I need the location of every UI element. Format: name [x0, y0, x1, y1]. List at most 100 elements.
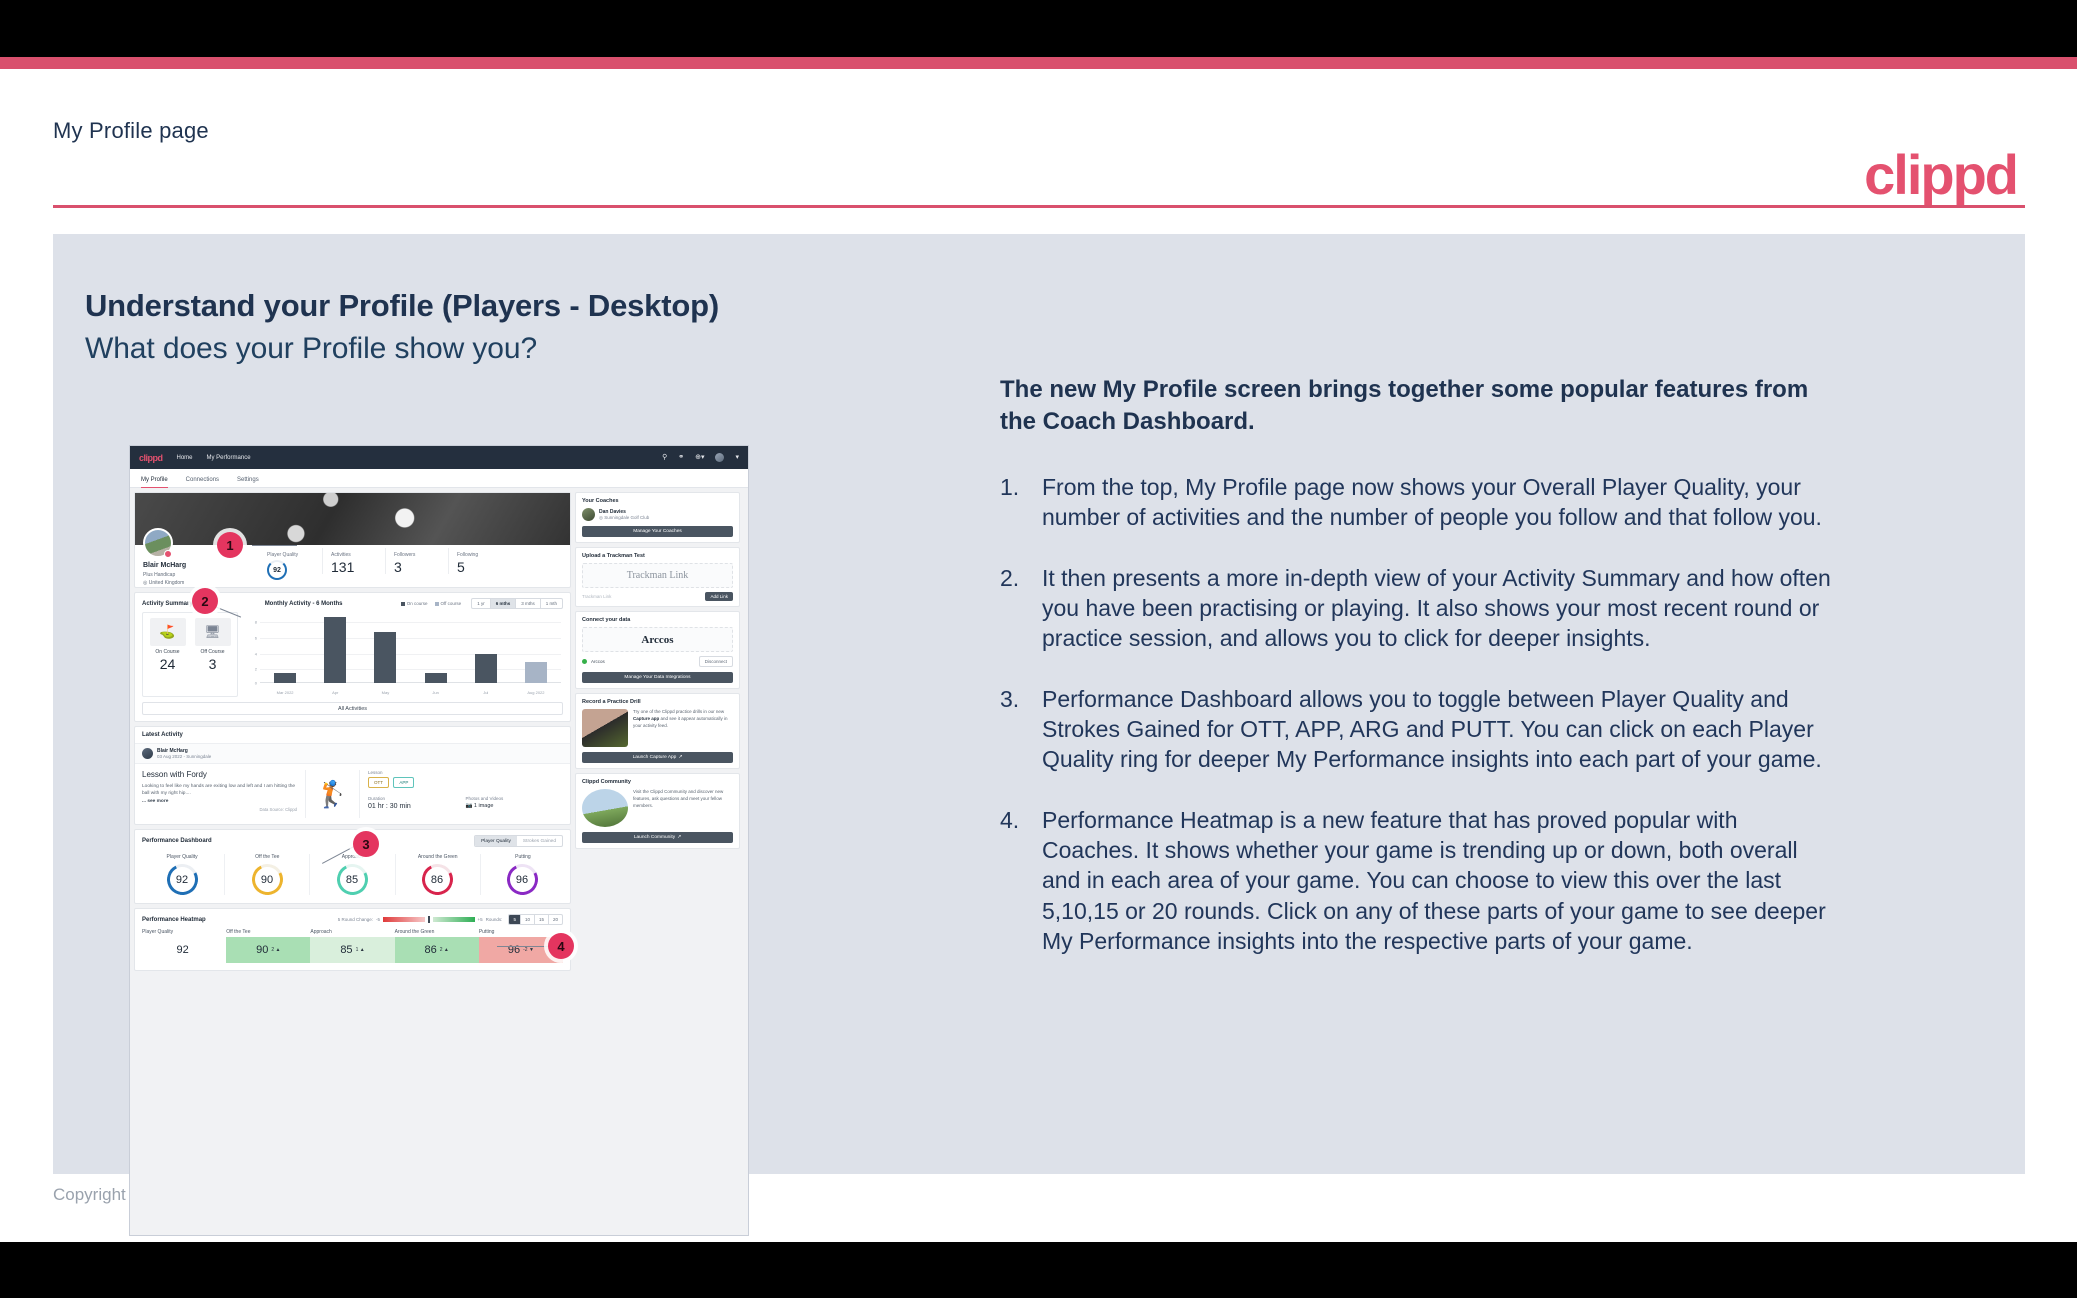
ring-around-the-green[interactable]: Around the Green 86 [394, 854, 480, 900]
trackman-input[interactable]: Trackman Link [582, 594, 701, 599]
rounds-20[interactable]: 20 [547, 915, 562, 924]
list-item: 1. From the top, My Profile page now sho… [1000, 472, 1840, 533]
stat-label: Activities [331, 552, 351, 558]
bar-mar-2022[interactable] [274, 672, 297, 683]
list-item-number: 4. [1000, 806, 1020, 833]
disconnect-button[interactable]: Disconnect [698, 656, 733, 667]
stat-label: Following [457, 552, 479, 558]
heatmap-label-approach: Approach [310, 929, 332, 935]
heatmap-label-player-quality: Player Quality [142, 929, 174, 935]
stat-activities[interactable]: Activities 131 [322, 548, 385, 574]
callout-marker-2: 2 [192, 588, 218, 614]
search-icon[interactable]: ⚲ [662, 454, 667, 461]
off-course-count: 🖥 Off Course 3 [193, 618, 232, 691]
avatar-icon[interactable] [715, 453, 725, 462]
range-6mths[interactable]: 6 mths [489, 599, 516, 608]
practice-drill-body: Try one of the Clippd practice drills in… [633, 709, 728, 728]
heatmap-cells: 92 90 2 ▲ 85 1 ▲ 86 2 ▲ 96 -2 ▼ [135, 937, 570, 970]
chevron-down-icon[interactable]: ▾ [735, 454, 739, 461]
callout-marker-4: 4 [548, 933, 574, 959]
stat-player-quality[interactable]: Player Quality 92 [259, 548, 322, 580]
edit-avatar-icon[interactable] [164, 550, 172, 558]
stat-followers[interactable]: Followers 3 [385, 548, 448, 574]
app-body: Blair McHarg Plus Handicap ◎ United King… [130, 488, 748, 979]
capture-app-image [582, 709, 628, 747]
ring-off-the-tee[interactable]: Off the Tee 90 [224, 854, 309, 900]
scale-min: -5 [376, 917, 381, 922]
nav-link-home[interactable]: Home [177, 455, 193, 461]
bar-may[interactable] [374, 631, 397, 683]
profile-stats: Player Quality 92 Activities 131 Followe… [259, 548, 511, 580]
dashboard-toggle: Player Quality Strokes Gained [474, 835, 563, 847]
list-item: 3. Performance Dashboard allows you to t… [1000, 684, 1840, 775]
ring-putting[interactable]: Putting 96 [479, 854, 565, 900]
tab-connections[interactable]: Connections [186, 469, 219, 488]
section-subheading: What does your Profile show you? [85, 332, 538, 365]
list-item-number: 3. [1000, 685, 1020, 712]
community-widget: Clippd Community Visit the Clippd Commun… [575, 773, 740, 849]
chip-ott[interactable]: OTT [368, 777, 389, 788]
heatmap-cell-around-the-green[interactable]: 86 2 ▲ [394, 937, 479, 963]
add-link-button[interactable]: Add Link [705, 592, 733, 601]
off-course-value: 3 [208, 656, 217, 672]
connect-data-title: Connect your data [582, 617, 631, 623]
manage-coaches-button[interactable]: Manage Your Coaches [582, 526, 733, 537]
rounds-10[interactable]: 10 [519, 915, 534, 924]
chip-app[interactable]: APP [393, 777, 415, 788]
bar-jul[interactable] [474, 654, 497, 683]
toggle-player-quality[interactable]: Player Quality [475, 836, 517, 846]
tab-my-profile[interactable]: My Profile [141, 469, 168, 488]
list-item-text: From the top, My Profile page now shows … [1042, 473, 1822, 531]
manage-data-integrations-button[interactable]: Manage Your Data Integrations [582, 672, 733, 683]
rounds-15[interactable]: 15 [533, 915, 548, 924]
heatmap-cell-off-the-tee[interactable]: 90 2 ▲ [226, 937, 311, 963]
scale-midpoint [428, 916, 430, 923]
heatmap-cell-approach[interactable]: 85 1 ▲ [310, 937, 395, 963]
bar-jun[interactable] [424, 672, 447, 683]
profile-name: Blair McHarg [143, 562, 187, 569]
latest-activity-card: Latest Activity Blair McHarg 03 Aug 2022… [134, 726, 571, 825]
arccos-logo: Arccos [582, 627, 733, 652]
bar-apr[interactable] [324, 617, 347, 683]
ring-value: 85 [346, 873, 359, 886]
trackman-dropzone[interactable]: Trackman Link [582, 563, 733, 588]
toggle-strokes-gained[interactable]: Strokes Gained [517, 836, 562, 846]
ring-player-quality[interactable]: Player Quality 92 [140, 854, 224, 900]
see-more-link[interactable]: ... see more [142, 799, 297, 804]
people-icon[interactable]: ⚭ [678, 454, 684, 461]
heatmap-cell-player-quality[interactable]: 92 [142, 937, 227, 963]
ytick-6: 6 [254, 635, 257, 641]
list-item-text: It then presents a more in-depth view of… [1042, 564, 1831, 652]
plus-circle-icon[interactable]: ⊕▾ [695, 454, 704, 461]
profile-card: Blair McHarg Plus Handicap ◎ United King… [134, 492, 571, 588]
tab-settings[interactable]: Settings [237, 469, 259, 488]
stat-following[interactable]: Following 5 [448, 548, 511, 574]
activity-field-lesson: Lesson OTT APP [368, 770, 466, 790]
product-screenshot: clippd Home My Performance ⚲ ⚭ ⊕▾ ▾ My P… [130, 446, 748, 1235]
rounds-5[interactable]: 5 [509, 915, 520, 924]
range-3mths[interactable]: 3 mths [515, 599, 540, 608]
launch-community-button[interactable]: Launch Community ↗ [582, 832, 733, 843]
callout-marker-1: 1 [217, 532, 243, 558]
all-activities-button[interactable]: All Activities [142, 702, 563, 715]
heatmap-value: 92 [176, 944, 189, 956]
activity-field-duration: Duration 01 hr : 30 min [368, 796, 466, 812]
explainer-lede: The new My Profile screen brings togethe… [1000, 376, 1809, 435]
nav-link-my-performance[interactable]: My Performance [207, 455, 251, 461]
ring-approach[interactable]: Approach 85 [309, 854, 394, 900]
ring-label: Off the Tee [255, 854, 280, 860]
activity-field-media: Photos and Videos 📷 1 image [466, 796, 564, 812]
range-1yr[interactable]: 1 yr [472, 599, 490, 608]
callout-leader-1 [252, 545, 297, 546]
list-item-text: Performance Dashboard allows you to togg… [1042, 685, 1822, 773]
range-1mth[interactable]: 1 mth [539, 599, 562, 608]
callout-marker-3: 3 [353, 831, 379, 857]
player-quality-ring: 92 [267, 560, 287, 580]
activity-heading: Lesson with Fordy [142, 770, 207, 779]
nav-actions: ⚲ ⚭ ⊕▾ ▾ [662, 453, 739, 462]
list-item-text: Performance Heatmap is a new feature tha… [1042, 806, 1826, 955]
slide-canvas: My Profile page clippd Understand your P… [0, 0, 2077, 1298]
lesson-label: Lesson [368, 770, 383, 775]
bar-aug-2022[interactable] [524, 661, 547, 683]
launch-capture-app-button[interactable]: Launch Capture App ↗ [582, 752, 733, 763]
